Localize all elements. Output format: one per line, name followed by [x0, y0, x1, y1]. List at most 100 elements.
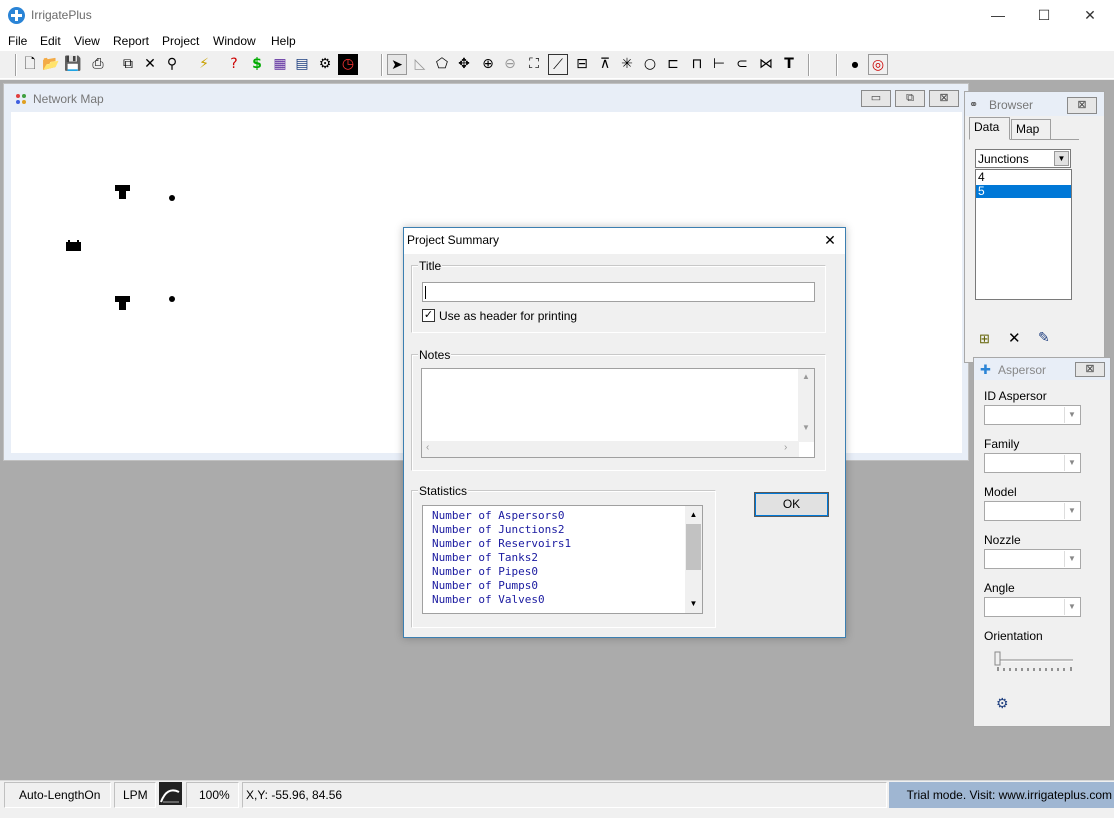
chevron-down-icon[interactable]: ▼ — [1064, 503, 1079, 519]
add-junction-icon[interactable]: ○ — [640, 54, 660, 75]
notes-vscrollbar[interactable]: ▲ ▼ — [798, 369, 814, 442]
junction-node[interactable] — [169, 195, 175, 201]
menu-help[interactable]: Help — [271, 34, 296, 48]
category-select[interactable]: Junctions ▼ — [975, 149, 1071, 168]
edit-item-icon[interactable]: ✎ — [1038, 329, 1050, 346]
tab-map[interactable]: Map — [1011, 119, 1051, 139]
zoom-in-icon[interactable]: ⊕ — [478, 54, 498, 75]
add-lateral-icon[interactable]: ⊟ — [572, 54, 592, 75]
chevron-left-icon[interactable]: ‹ — [426, 442, 429, 453]
zoom-status: 100% — [186, 782, 239, 808]
query-icon[interactable]: ? — [224, 54, 244, 75]
minimize-button[interactable]: — — [975, 0, 1021, 31]
family-select[interactable]: ▼ — [984, 453, 1081, 473]
delete-item-icon[interactable]: ✕ — [1008, 329, 1021, 347]
list-item[interactable]: 4 — [976, 171, 1071, 184]
stat-line: Number of Pipes0 — [432, 565, 538, 578]
chevron-up-icon[interactable]: ▲ — [685, 510, 702, 519]
menu-edit[interactable]: Edit — [40, 34, 61, 48]
run-analysis-icon[interactable]: ⚡ — [194, 54, 214, 75]
save-icon[interactable]: 💾 — [63, 54, 83, 75]
chevron-down-icon[interactable]: ▼ — [1064, 599, 1079, 615]
aspersor-close-button[interactable]: ⊠ — [1075, 362, 1105, 377]
tab-data[interactable]: Data — [969, 117, 1010, 140]
toolbar-separator — [836, 54, 838, 76]
zoom-out-icon[interactable]: ⊖ — [500, 54, 520, 75]
pan-icon[interactable]: ✥ — [454, 54, 474, 75]
graph-icon[interactable]: ▦ — [270, 54, 290, 75]
model-select[interactable]: ▼ — [984, 501, 1081, 521]
clock-icon[interactable]: ◷ — [338, 54, 358, 75]
select-pointer-icon[interactable]: ➤ — [387, 54, 407, 75]
network-map-close-button[interactable]: ⊠ — [929, 90, 959, 107]
add-tank-icon[interactable]: ⊓ — [687, 54, 707, 75]
title-input[interactable] — [422, 282, 815, 302]
chevron-down-icon[interactable]: ▼ — [1064, 551, 1079, 567]
menu-report[interactable]: Report — [113, 34, 149, 48]
new-file-icon[interactable]: 🗋 — [20, 54, 40, 75]
family-label: Family — [984, 437, 1020, 451]
maximize-button[interactable]: ☐ — [1021, 0, 1067, 31]
network-map-restore-button[interactable]: ⧉ — [895, 90, 925, 107]
use-header-checkbox[interactable]: ✓ — [422, 309, 435, 322]
dialog-close-button[interactable]: ✕ — [818, 230, 842, 250]
add-emitter-icon[interactable]: ✳ — [617, 54, 637, 75]
chevron-down-icon[interactable]: ▼ — [1054, 151, 1069, 166]
tank-node[interactable] — [115, 185, 130, 199]
add-valve-icon[interactable]: ⊂ — [732, 54, 752, 75]
add-pump-icon[interactable]: ⊢ — [709, 54, 729, 75]
flow-units-icon — [159, 782, 182, 805]
copy-icon[interactable]: ⧉ — [118, 54, 138, 75]
chevron-down-icon[interactable]: ▼ — [1064, 455, 1079, 471]
junction-node[interactable] — [169, 296, 175, 302]
add-reservoir-icon[interactable]: ⊏ — [663, 54, 683, 75]
options-icon[interactable]: ⚙ — [315, 54, 335, 75]
select-region-icon[interactable]: ⬠ — [432, 54, 452, 75]
menu-project[interactable]: Project — [162, 34, 199, 48]
nozzle-select[interactable]: ▼ — [984, 549, 1081, 569]
chevron-down-icon[interactable]: ▼ — [798, 423, 814, 432]
open-folder-icon[interactable]: 📂 — [41, 54, 61, 75]
network-map-icon — [15, 93, 27, 105]
add-item-icon[interactable]: ⊞ — [979, 331, 990, 347]
node-dot-icon[interactable]: ● — [845, 54, 865, 75]
angle-select[interactable]: ▼ — [984, 597, 1081, 617]
menu-file[interactable]: File — [8, 34, 27, 48]
table-icon[interactable]: ▤ — [292, 54, 312, 75]
cost-icon[interactable]: $ — [247, 54, 267, 75]
list-item-selected[interactable]: 5 — [976, 185, 1071, 198]
chevron-right-icon[interactable]: › — [784, 442, 787, 453]
orientation-slider[interactable] — [994, 650, 1075, 672]
tank-node[interactable] — [115, 296, 130, 310]
full-extent-icon[interactable]: ⛶ — [524, 54, 544, 75]
id-aspersor-select[interactable]: ▼ — [984, 405, 1081, 425]
menu-window[interactable]: Window — [213, 34, 256, 48]
notes-hscrollbar[interactable]: ‹ › — [422, 441, 799, 457]
print-icon[interactable]: ⎙ — [88, 54, 108, 75]
chevron-down-icon[interactable]: ▼ — [1064, 407, 1079, 423]
delete-icon[interactable]: ✕ — [140, 54, 160, 75]
close-button[interactable]: ✕ — [1067, 0, 1113, 31]
find-binoculars-icon[interactable]: ⚲ — [162, 54, 182, 75]
ok-button[interactable]: OK — [754, 492, 829, 517]
network-map-minimize-button[interactable]: ▭ — [861, 90, 891, 107]
chevron-up-icon[interactable]: ▲ — [798, 372, 814, 381]
menu-view[interactable]: View — [74, 34, 100, 48]
browser-close-button[interactable]: ⊠ — [1067, 97, 1097, 114]
auto-length-status[interactable]: Auto-LengthOn — [4, 782, 111, 808]
scroll-thumb[interactable] — [686, 524, 701, 570]
add-gate-icon[interactable]: ⋈ — [756, 54, 776, 75]
select-vertex-icon[interactable]: ◺ — [410, 54, 430, 75]
add-sprinkler-icon[interactable]: ⊼ — [595, 54, 615, 75]
add-pipe-icon[interactable]: ⟋ — [548, 54, 568, 75]
units-status: LPM — [114, 782, 156, 808]
target-icon[interactable]: ◎ — [868, 54, 888, 75]
reservoir-node[interactable] — [66, 240, 81, 251]
model-label: Model — [984, 485, 1017, 499]
trial-mode-status[interactable]: Trial mode. Visit: www.irrigateplus.com — [889, 782, 1114, 808]
statistics-vscrollbar[interactable]: ▲ ▼ — [685, 506, 702, 613]
properties-icon[interactable]: ⚙ — [996, 695, 1009, 712]
angle-label: Angle — [984, 581, 1015, 595]
add-label-icon[interactable]: T — [779, 54, 799, 75]
chevron-down-icon[interactable]: ▼ — [685, 599, 702, 608]
